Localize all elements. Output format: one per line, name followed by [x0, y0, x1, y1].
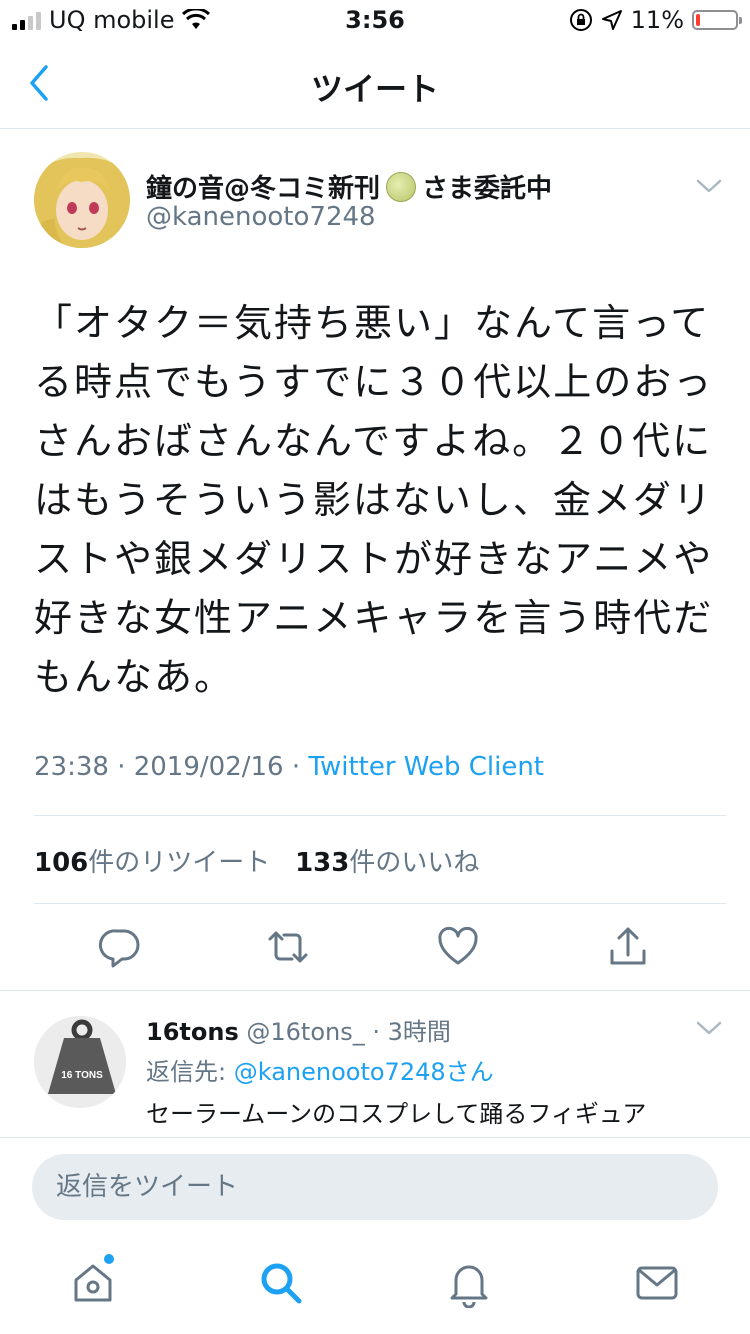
- reply-avatar[interactable]: 16 TONS: [34, 1016, 126, 1108]
- messages-icon[interactable]: [632, 1258, 682, 1308]
- likes-label: 件のいいね: [349, 848, 480, 878]
- divider: [34, 815, 726, 816]
- battery-percent: 11%: [630, 6, 684, 34]
- chevron-down-icon[interactable]: [696, 1020, 722, 1036]
- divider: [0, 990, 750, 991]
- location-icon: [601, 10, 622, 30]
- engagement-counts: 106件のリツイート 133件のいいね: [34, 842, 479, 879]
- anime-avatar-image: [34, 152, 130, 248]
- reply-to-user-link[interactable]: @kanenooto7248さん: [234, 1058, 494, 1086]
- author-name-text: 鐘の音@冬コミ新刊: [146, 174, 381, 204]
- likes-link[interactable]: 133件のいいね: [295, 848, 479, 878]
- battery-fill: [696, 14, 700, 26]
- navigation-bar: ツイート: [0, 40, 750, 129]
- new-tweets-indicator: [104, 1254, 114, 1264]
- home-icon[interactable]: [68, 1258, 118, 1308]
- author-name[interactable]: 鐘の音@冬コミ新刊 さま委託中: [146, 168, 552, 205]
- chevron-down-icon[interactable]: [696, 178, 722, 194]
- reply-time: · 3時間: [372, 1018, 451, 1046]
- retweets-label: 件のリツイート: [88, 848, 271, 878]
- author-handle[interactable]: @kanenooto7248: [146, 202, 376, 232]
- status-bar: UQ mobile 3:56 11%: [0, 0, 750, 40]
- likes-count: 133: [295, 848, 350, 878]
- melon-emoji-icon: [386, 171, 417, 202]
- author-avatar[interactable]: [34, 152, 130, 248]
- status-right: 11%: [569, 6, 742, 34]
- orientation-lock-icon: [569, 9, 592, 31]
- battery-icon: [692, 10, 742, 30]
- like-icon[interactable]: [436, 925, 480, 969]
- author-name-suffix: さま委託中: [422, 174, 553, 204]
- tweet-meta: 23:38 · 2019/02/16 · Twitter Web Client: [34, 752, 544, 782]
- retweet-icon[interactable]: [266, 925, 310, 969]
- reply-header: 16tons @16tons_ · 3時間: [146, 1012, 451, 1047]
- divider: [34, 903, 726, 904]
- weight-image: 16 TONS: [34, 1016, 126, 1108]
- retweets-link[interactable]: 106件のリツイート: [34, 848, 270, 878]
- tweet-client-link[interactable]: Twitter Web Client: [308, 752, 544, 782]
- search-icon[interactable]: [256, 1258, 306, 1308]
- retweets-count: 106: [34, 848, 89, 878]
- reply-compose-input[interactable]: 返信をツイート: [32, 1154, 718, 1220]
- reply-to-label: 返信先:: [146, 1058, 234, 1086]
- reply-author-handle[interactable]: @16tons_: [246, 1018, 364, 1046]
- weight-label: 16 TONS: [61, 1070, 103, 1081]
- tweet-timestamp: 23:38 · 2019/02/16 ·: [34, 752, 309, 782]
- reply-icon[interactable]: [98, 925, 142, 969]
- notifications-icon[interactable]: [444, 1258, 494, 1308]
- reply-to-line: 返信先: @kanenooto7248さん: [146, 1052, 494, 1087]
- reply-text: セーラームーンのコスプレして踊るフィギュア: [146, 1100, 647, 1128]
- share-icon[interactable]: [606, 925, 650, 969]
- reply-author-name[interactable]: 16tons: [146, 1018, 239, 1046]
- tweet-text: 「オタク＝気持ち悪い」なんて言ってる時点でもうすでに３０代以上のおっさんおばさん…: [34, 301, 714, 699]
- page-title: ツイート: [310, 70, 439, 108]
